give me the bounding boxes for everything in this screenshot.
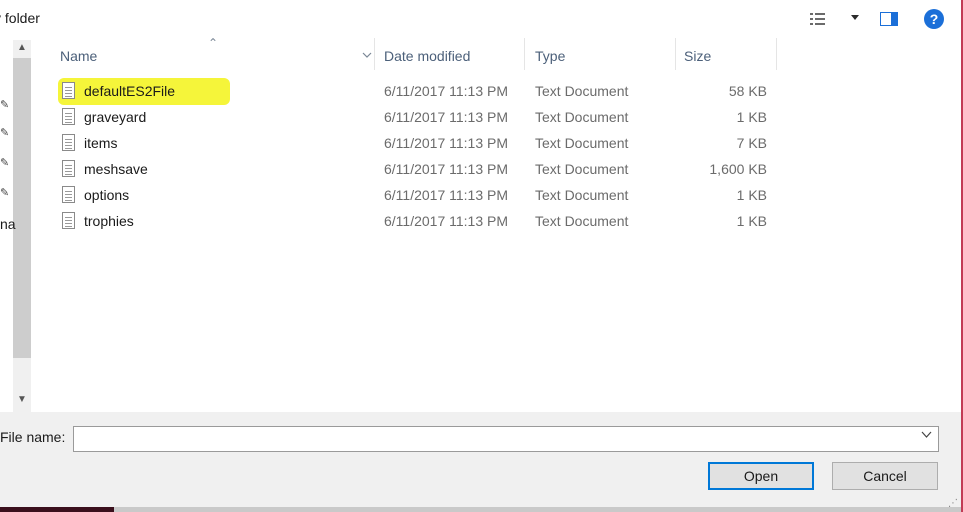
file-type: Text Document [535, 109, 629, 125]
file-list: Name ⌃ Date modified Type Size defaultES… [36, 36, 963, 412]
view-dropdown-chevron-icon[interactable] [850, 14, 860, 22]
file-name: graveyard [84, 109, 147, 125]
file-name: options [84, 187, 130, 203]
column-header-row: Name ⌃ Date modified Type Size [36, 36, 963, 70]
text-document-icon [62, 212, 75, 229]
file-date-modified: 6/11/2017 11:13 PM [384, 213, 509, 229]
file-row[interactable]: graveyard 6/11/2017 11:13 PM Text Document… [36, 104, 963, 130]
text-document-icon [62, 186, 75, 203]
view-options-icon[interactable] [810, 12, 828, 26]
file-name: trophies [84, 213, 134, 229]
cancel-button[interactable]: Cancel [832, 462, 938, 490]
pin-icon: ✎ [0, 157, 10, 169]
file-date-modified: 6/11/2017 11:13 PM [384, 187, 509, 203]
file-date-modified: 6/11/2017 11:13 PM [384, 83, 509, 99]
scroll-up-arrow-icon[interactable]: ▲ [14, 40, 30, 56]
file-type: Text Document [535, 213, 629, 229]
file-name-label: File name: [0, 429, 66, 445]
file-row[interactable]: defaultES2File 6/11/2017 11:13 PM Text Doc… [36, 78, 963, 105]
file-type: Text Document [535, 187, 629, 203]
pin-icon: ✎ [0, 99, 10, 111]
file-type: Text Document [535, 161, 629, 177]
dialog-toolbar: v folder ? [0, 0, 963, 38]
file-size: 1 KB [736, 109, 767, 125]
file-type: Text Document [535, 83, 629, 99]
nav-scrollbar-thumb[interactable] [13, 58, 31, 358]
column-header-date-modified[interactable]: Date modified [384, 38, 525, 70]
file-name: items [84, 135, 118, 151]
file-size: 1 KB [736, 213, 767, 229]
text-document-icon [62, 134, 75, 151]
pin-icon: ✎ [0, 187, 10, 199]
taskbar-fragment [0, 507, 114, 512]
file-row[interactable]: meshsave 6/11/2017 11:13 PM Text Document 1… [36, 156, 963, 182]
file-row[interactable]: trophies 6/11/2017 11:13 PM Text Document 1… [36, 208, 963, 234]
file-name: defaultES2File [84, 83, 176, 99]
text-document-icon [62, 160, 75, 177]
text-document-icon [62, 82, 75, 99]
file-date-modified: 6/11/2017 11:13 PM [384, 161, 509, 177]
scroll-down-arrow-icon[interactable]: ▼ [14, 392, 30, 408]
pin-icon: ✎ [0, 127, 10, 139]
file-size: 7 KB [736, 135, 767, 151]
file-size: 58 KB [728, 83, 767, 99]
nav-item-label[interactable]: na [0, 216, 16, 232]
file-date-modified: 6/11/2017 11:13 PM [384, 135, 509, 151]
file-size: 1 KB [736, 187, 767, 203]
new-folder-button[interactable]: v folder [0, 10, 40, 26]
open-button[interactable]: Open [708, 462, 814, 490]
column-filter-chevron-icon[interactable] [362, 52, 372, 58]
file-name-input[interactable] [73, 426, 939, 452]
file-row[interactable]: items 6/11/2017 11:13 PM Text Document 7 KB [36, 130, 963, 156]
file-name: meshsave [84, 161, 148, 177]
file-name-dropdown-chevron-icon[interactable] [921, 431, 932, 438]
help-icon[interactable]: ? [924, 9, 944, 29]
file-date-modified: 6/11/2017 11:13 PM [384, 109, 509, 125]
preview-pane-icon[interactable] [880, 12, 898, 26]
file-row[interactable]: options 6/11/2017 11:13 PM Text Document 1 … [36, 182, 963, 208]
column-header-size[interactable]: Size [684, 38, 777, 70]
sort-ascending-icon: ⌃ [208, 36, 219, 50]
window-bottom-edge [0, 507, 963, 512]
file-type: Text Document [535, 135, 629, 151]
file-size: 1,600 KB [709, 161, 767, 177]
column-header-type[interactable]: Type [535, 38, 676, 70]
text-document-icon [62, 108, 75, 125]
